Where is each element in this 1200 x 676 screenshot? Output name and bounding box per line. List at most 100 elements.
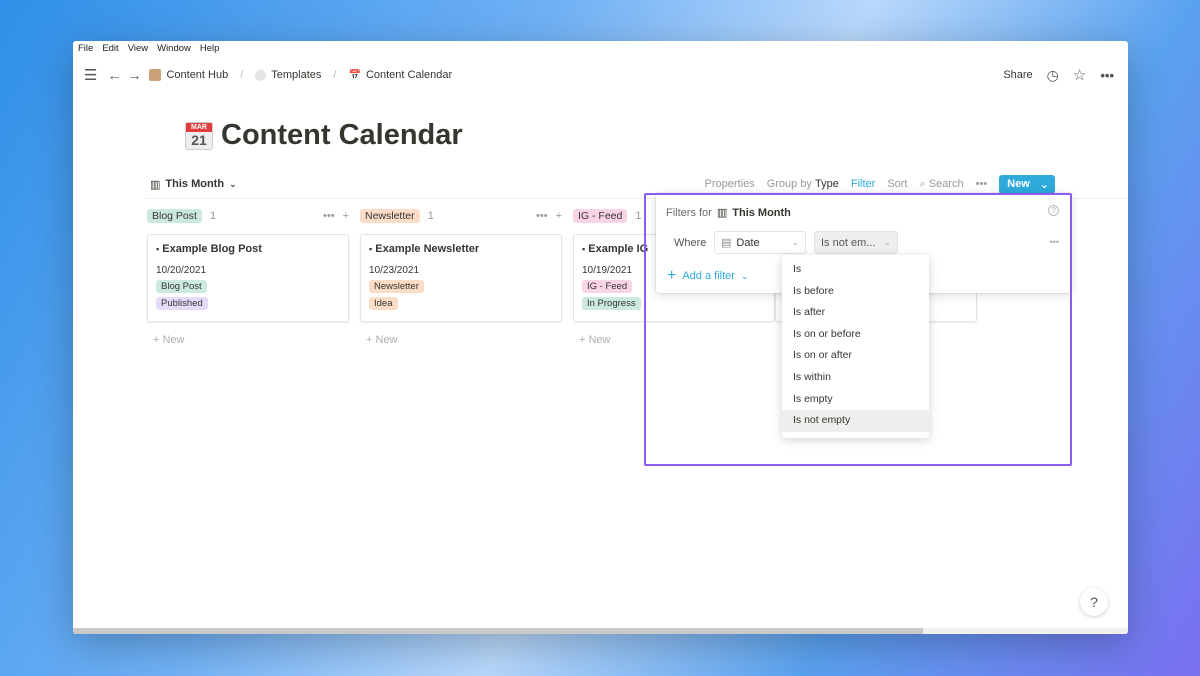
board-column: Blog Post 1 ••• + ▪ Example Blog Post 10/20/… bbox=[147, 207, 349, 346]
column-count: 1 bbox=[635, 210, 642, 222]
new-label: New bbox=[375, 334, 398, 346]
plus-icon[interactable]: + bbox=[556, 210, 562, 222]
page-title: 21 Content Calendar bbox=[185, 119, 463, 152]
card-tag: In Progress bbox=[582, 297, 641, 310]
breadcrumb-templates[interactable]: Templates bbox=[271, 69, 321, 81]
search-label: Search bbox=[928, 177, 964, 190]
forward-arrow-icon[interactable]: → bbox=[127, 67, 141, 83]
more-icon[interactable]: ••• bbox=[1100, 68, 1114, 83]
breadcrumb-content-hub[interactable]: Content Hub bbox=[166, 69, 228, 81]
column-tag[interactable]: Blog Post bbox=[147, 209, 202, 223]
star-icon[interactable]: ☆ bbox=[1073, 66, 1086, 84]
horizontal-scrollbar[interactable] bbox=[73, 628, 1128, 634]
view-name: This Month bbox=[165, 178, 225, 190]
menu-help[interactable]: Help bbox=[200, 43, 220, 54]
group-by-button[interactable]: Group by Type bbox=[767, 178, 839, 190]
property-value: Date bbox=[736, 236, 760, 249]
operator-option[interactable]: Is on or after bbox=[782, 345, 929, 367]
operator-option[interactable]: Is bbox=[782, 259, 929, 281]
breadcrumb: Content Hub / Templates / 📅 Content Cale… bbox=[149, 69, 452, 81]
card-tag: Blog Post bbox=[156, 280, 207, 293]
back-arrow-icon[interactable]: ← bbox=[107, 67, 121, 83]
new-label: New bbox=[1007, 177, 1030, 190]
plus-icon: + bbox=[667, 267, 677, 284]
workspace-avatar-icon bbox=[149, 69, 162, 81]
where-label: Where bbox=[674, 237, 707, 249]
add-filter-label: Add a filter bbox=[682, 270, 735, 282]
page-icon: ▪ bbox=[369, 244, 373, 254]
operator-option[interactable]: Is empty bbox=[782, 389, 929, 411]
search-icon: ⌕ bbox=[919, 177, 926, 190]
breadcrumb-separator: / bbox=[240, 69, 244, 81]
new-label: New bbox=[588, 334, 611, 346]
share-button[interactable]: Share bbox=[1003, 69, 1032, 81]
chevron-down-icon: ⌄ bbox=[883, 237, 891, 247]
chevron-down-icon: ⌄ bbox=[740, 270, 749, 281]
menu-view[interactable]: View bbox=[128, 43, 148, 54]
operator-value: Is not em... bbox=[821, 236, 876, 249]
filter-view-name: This Month bbox=[732, 206, 791, 219]
sort-button[interactable]: Sort bbox=[887, 178, 907, 190]
operator-dropdown: Is Is before Is after Is on or before Is on … bbox=[782, 255, 929, 438]
new-card-button[interactable]: + New bbox=[147, 334, 349, 346]
help-button[interactable]: ? bbox=[1080, 588, 1108, 616]
search-button[interactable]: ⌕ Search bbox=[920, 178, 964, 191]
operator-option[interactable]: Is before bbox=[782, 281, 929, 303]
history-clock-icon[interactable]: ◷ bbox=[1047, 67, 1059, 84]
group-by-label: Group by bbox=[766, 178, 812, 190]
chevron-down-icon: ⌄ bbox=[791, 237, 799, 247]
column-tag[interactable]: Newsletter bbox=[360, 209, 420, 223]
top-bar: ☰ ← → Content Hub / Templates / 📅 Conten… bbox=[73, 63, 1128, 87]
date-property-icon: ▤ bbox=[721, 237, 732, 249]
app-window: File Edit View Window Help ☰ ← → Content… bbox=[73, 41, 1128, 634]
hamburger-icon[interactable]: ☰ bbox=[84, 66, 97, 84]
page-circle-icon bbox=[255, 69, 267, 81]
new-button[interactable]: New ⌄ bbox=[999, 174, 1055, 194]
property-select[interactable]: ▤ Date ⌄ bbox=[714, 231, 806, 254]
more-icon[interactable]: ••• bbox=[323, 210, 335, 222]
card-date: 10/20/2021 bbox=[156, 265, 207, 276]
add-filter-button[interactable]: + Add a filter ⌄ bbox=[667, 267, 748, 285]
page-title-text[interactable]: Content Calendar bbox=[221, 119, 463, 152]
more-icon[interactable]: ••• bbox=[536, 210, 548, 222]
filter-title: Filters for bbox=[666, 206, 712, 219]
new-card-button[interactable]: + New bbox=[360, 334, 562, 346]
operator-option[interactable]: Is on or before bbox=[782, 324, 929, 346]
properties-button[interactable]: Properties bbox=[705, 178, 755, 190]
help-icon[interactable]: ? bbox=[1048, 205, 1059, 216]
menu-window[interactable]: Window bbox=[157, 43, 191, 54]
column-tag[interactable]: IG - Feed bbox=[573, 209, 628, 223]
card-tag: Idea bbox=[369, 297, 398, 310]
operator-option[interactable]: Is not empty bbox=[782, 410, 929, 432]
card[interactable]: ▪ Example Newsletter 10/23/2021 Newsletter… bbox=[360, 234, 562, 322]
menu-file[interactable]: File bbox=[78, 43, 93, 54]
filter-button[interactable]: Filter bbox=[851, 178, 875, 190]
breadcrumb-separator: / bbox=[333, 69, 337, 81]
calendar-emoji-icon: 21 bbox=[185, 121, 213, 150]
filter-row-more-icon[interactable]: ••• bbox=[1050, 237, 1059, 247]
operator-option[interactable]: Is after bbox=[782, 302, 929, 324]
more-icon[interactable]: ••• bbox=[976, 178, 988, 190]
new-label: New bbox=[162, 334, 185, 346]
menu-bar: File Edit View Window Help bbox=[78, 43, 219, 54]
column-count: 1 bbox=[209, 210, 217, 222]
board-icon: ▥ bbox=[716, 207, 728, 219]
new-card-button[interactable]: + New bbox=[573, 334, 775, 346]
card-tag: Published bbox=[156, 297, 208, 310]
card-tag: Newsletter bbox=[369, 280, 424, 293]
page-icon: ▪ bbox=[156, 244, 160, 254]
operator-select[interactable]: Is not em... ⌄ bbox=[814, 231, 898, 254]
menu-edit[interactable]: Edit bbox=[102, 43, 118, 54]
chevron-down-icon[interactable]: ⌄ bbox=[1040, 178, 1049, 191]
breadcrumb-content-calendar[interactable]: Content Calendar bbox=[366, 69, 452, 81]
view-selector[interactable]: ▥ This Month ⌄ bbox=[150, 178, 237, 191]
scrollbar-thumb[interactable] bbox=[73, 628, 923, 634]
card-title: Example IG bbox=[588, 243, 649, 255]
plus-icon[interactable]: + bbox=[343, 210, 349, 222]
card-title: Example Newsletter bbox=[375, 243, 480, 255]
card[interactable]: ▪ Example Blog Post 10/20/2021 Blog Post Pu… bbox=[147, 234, 349, 322]
operator-option[interactable]: Is within bbox=[782, 367, 929, 389]
group-by-value: Type bbox=[815, 178, 839, 190]
board-column: Newsletter 1 ••• + ▪ Example Newsletter 10/2… bbox=[360, 207, 562, 346]
card-date: 10/23/2021 bbox=[369, 265, 420, 276]
